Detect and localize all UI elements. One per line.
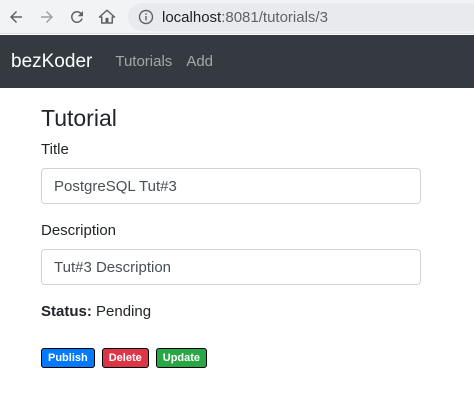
edit-tutorial-form: Tutorial Title Description Status: Pendi… — [41, 104, 421, 320]
url-path: :8081/tutorials/3 — [221, 8, 328, 26]
status-value: Pending — [96, 303, 152, 320]
app-navbar: bezKoder Tutorials Add — [0, 35, 474, 88]
info-icon[interactable] — [138, 9, 154, 25]
status-line: Status: Pending — [41, 303, 151, 320]
action-buttons: Publish Delete Update — [41, 348, 208, 368]
page-title: Tutorial — [41, 105, 117, 131]
url-host: localhost — [162, 8, 222, 26]
reload-icon[interactable] — [65, 5, 89, 29]
back-arrow-icon[interactable] — [4, 5, 28, 29]
address-bar[interactable]: localhost:8081/tutorials/3 — [128, 3, 474, 31]
title-input[interactable] — [41, 168, 421, 204]
forward-arrow-icon[interactable] — [35, 5, 59, 29]
description-label: Description — [41, 222, 117, 239]
delete-button[interactable]: Delete — [101, 348, 149, 368]
status-label: Status: — [41, 303, 92, 320]
brand-link[interactable]: bezKoder — [11, 51, 92, 73]
nav-link-tutorials[interactable]: Tutorials — [115, 53, 172, 70]
update-button[interactable]: Update — [155, 348, 208, 368]
title-label: Title — [41, 141, 69, 158]
description-input[interactable] — [41, 249, 421, 285]
home-icon[interactable] — [95, 5, 119, 29]
browser-toolbar: localhost:8081/tutorials/3 — [0, 0, 474, 34]
url-text: localhost:8081/tutorials/3 — [162, 9, 328, 26]
publish-button[interactable]: Publish — [41, 348, 95, 368]
nav-link-add[interactable]: Add — [186, 53, 213, 70]
